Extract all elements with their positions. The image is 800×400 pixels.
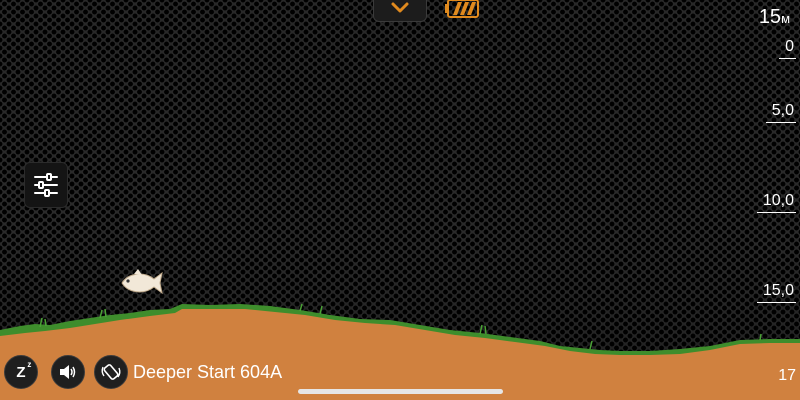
chevron-down-icon <box>391 2 409 13</box>
fish-icon <box>121 269 163 295</box>
bottom-depth-label: 17 <box>778 367 796 384</box>
sonar-settings-button[interactable] <box>24 162 68 208</box>
connect-icon <box>101 364 121 380</box>
depth-tick-label: 15,0 <box>762 282 794 299</box>
depth-tick-5: 5,0 <box>765 102 796 123</box>
sleep-label: Z <box>16 363 26 381</box>
sleep-button[interactable]: Zz <box>4 355 38 389</box>
sleep-icon: Zz <box>16 359 32 381</box>
depth-tick-15: 15,0 <box>756 282 796 303</box>
depth-tick-label: 10,0 <box>762 192 794 209</box>
depth-tick-0: 0 <box>779 38 796 59</box>
depth-tick-label: 0 <box>785 38 794 55</box>
home-indicator[interactable] <box>298 389 503 394</box>
sound-button[interactable] <box>51 355 85 389</box>
collapse-toggle-button[interactable] <box>373 0 427 22</box>
depth-unit: м <box>781 11 790 26</box>
depth-max-value: 15 <box>758 6 782 28</box>
seabed-profile <box>0 303 800 400</box>
sliders-icon <box>34 173 58 197</box>
depth-tick-10: 10,0 <box>756 192 796 213</box>
depth-tick-label: 5,0 <box>771 102 794 119</box>
battery-icon <box>445 0 479 18</box>
depth-max-label: 15м <box>759 6 790 29</box>
connection-button[interactable] <box>94 355 128 389</box>
device-name: Deeper Start 604A <box>133 362 283 382</box>
speaker-icon <box>60 365 76 379</box>
